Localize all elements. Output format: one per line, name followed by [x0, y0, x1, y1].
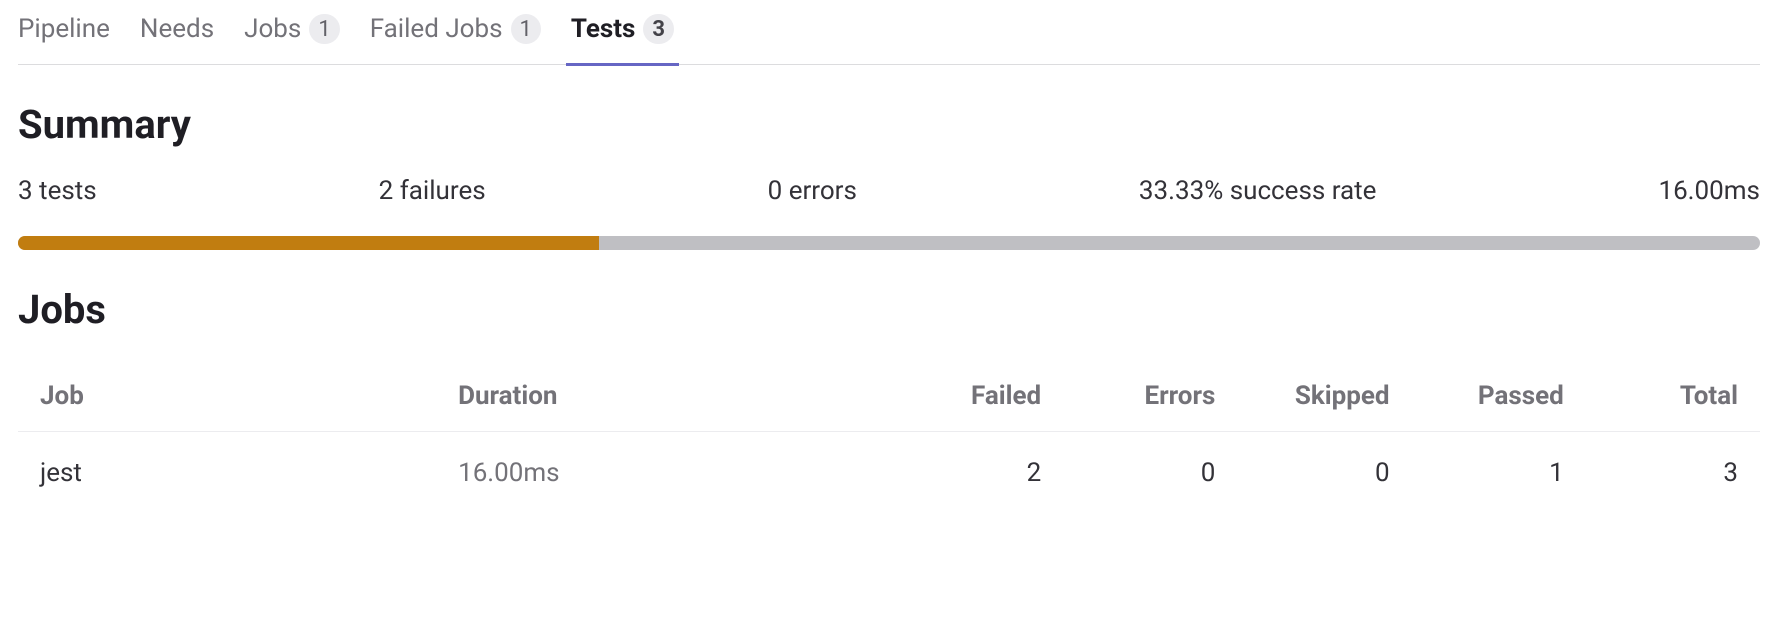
- jobs-table: Job Duration Failed Errors Skipped Passe…: [18, 361, 1760, 498]
- tabs-bar: Pipeline Needs Jobs 1 Failed Jobs 1 Test…: [18, 14, 1760, 65]
- tab-label: Needs: [140, 14, 214, 44]
- cell-job: jest: [18, 432, 436, 499]
- tab-tests[interactable]: Tests 3: [571, 14, 674, 46]
- tab-badge: 1: [309, 14, 339, 44]
- cell-duration: 16.00ms: [436, 432, 854, 499]
- summary-success-rate: 33.33% success rate: [1139, 176, 1377, 206]
- summary-errors: 0 errors: [768, 176, 857, 206]
- tab-failed-jobs[interactable]: Failed Jobs 1: [370, 14, 541, 46]
- heading-summary: Summary: [18, 101, 1760, 148]
- col-duration: Duration: [436, 361, 854, 432]
- tab-label: Failed Jobs: [370, 14, 503, 44]
- table-header-row: Job Duration Failed Errors Skipped Passe…: [18, 361, 1760, 432]
- cell-passed: 1: [1412, 432, 1586, 499]
- cell-failed: 2: [854, 432, 1063, 499]
- col-passed: Passed: [1412, 361, 1586, 432]
- tab-badge: 3: [643, 14, 674, 44]
- col-failed: Failed: [854, 361, 1063, 432]
- tab-label: Tests: [571, 14, 636, 44]
- summary-duration: 16.00ms: [1658, 176, 1760, 206]
- col-job: Job: [18, 361, 436, 432]
- col-skipped: Skipped: [1237, 361, 1411, 432]
- tab-badge: 1: [511, 14, 541, 44]
- col-errors: Errors: [1063, 361, 1237, 432]
- heading-jobs: Jobs: [18, 286, 1760, 333]
- tab-needs[interactable]: Needs: [140, 14, 214, 46]
- table-row[interactable]: jest 16.00ms 2 0 0 1 3: [18, 432, 1760, 499]
- summary-row: 3 tests 2 failures 0 errors 33.33% succe…: [18, 176, 1760, 206]
- tab-pipeline[interactable]: Pipeline: [18, 14, 110, 46]
- success-progress-bar: [18, 236, 1760, 250]
- cell-total: 3: [1586, 432, 1760, 499]
- tab-jobs[interactable]: Jobs 1: [244, 14, 340, 46]
- summary-tests: 3 tests: [18, 176, 97, 206]
- col-total: Total: [1586, 361, 1760, 432]
- summary-failures: 2 failures: [379, 176, 486, 206]
- tab-label: Pipeline: [18, 14, 110, 44]
- success-progress-fill: [18, 236, 599, 250]
- cell-errors: 0: [1063, 432, 1237, 499]
- cell-skipped: 0: [1237, 432, 1411, 499]
- tab-label: Jobs: [244, 14, 301, 44]
